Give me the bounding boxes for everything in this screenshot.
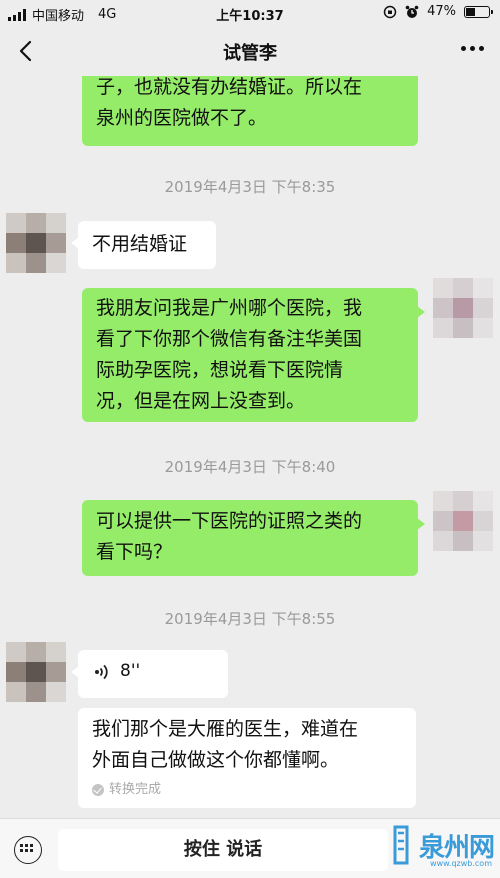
message-line: 我朋友问我是广州哪个医院，我 (96, 297, 363, 319)
message-bubble-outgoing[interactable]: 可以提供一下医院的证照之类的 看下吗？ (82, 500, 425, 576)
message-line: 外面自己做做这个你都懂啊。 (92, 749, 340, 771)
voice-duration: 8'' (120, 661, 141, 681)
input-bar: 按住 说话 泉州网 www.qzwb.com (0, 818, 500, 878)
message-line: 我们那个是大雁的医生，难道在 (92, 718, 359, 740)
battery-icon (464, 5, 493, 18)
message-line: 况，但是在网上没查到。 (96, 390, 306, 412)
chat-title: 试管李 (223, 43, 277, 64)
contact-avatar[interactable] (6, 213, 66, 273)
timestamp: 2019年4月3日 下午8:35 (164, 178, 336, 196)
message-bubble-outgoing[interactable]: 我朋友问我是广州哪个医院，我 看了下你那个微信有备注华美国 际助孕医院，想说看下… (82, 288, 425, 422)
voice-transcription[interactable]: 我们那个是大雁的医生，难道在 外面自己做做这个你都懂啊。 转换完成 (78, 708, 416, 808)
orientation-lock-icon (383, 5, 397, 18)
status-bar: 中国移动 4G 上午10:37 47% (0, 0, 500, 26)
watermark-text: 泉州网 (418, 832, 495, 863)
message-bubble-incoming[interactable]: 不用结婚证 (71, 221, 216, 269)
message-line: 泉州的医院做不了。 (96, 107, 268, 129)
more-icon[interactable] (461, 46, 484, 51)
transcription-status-label: 转换完成 (109, 782, 162, 797)
message-text: 不用结婚证 (92, 233, 188, 255)
message-line: 际助孕医院，想说看下医院情 (96, 359, 344, 381)
alarm-icon (405, 5, 419, 18)
contact-avatar[interactable] (6, 642, 66, 702)
voice-wave-icon (95, 664, 108, 680)
check-icon (92, 784, 104, 796)
own-avatar[interactable] (433, 491, 493, 551)
timestamp: 2019年4月3日 下午8:40 (164, 458, 336, 476)
message-line: 可以提供一下医院的证照之类的 (96, 510, 363, 532)
hold-to-talk-button[interactable]: 按住 说话 (58, 829, 388, 871)
transcription-status: 转换完成 (92, 780, 402, 800)
chat-header: 试管李 (0, 26, 500, 76)
battery-percent: 47% (427, 4, 456, 19)
watermark-logo-icon (393, 825, 409, 865)
watermark-url: www.qzwb.com (430, 859, 492, 868)
own-avatar[interactable] (433, 278, 493, 338)
chat-area[interactable]: 子，也就没有办结婚证。所以在 泉州的医院做不了。 2019年4月3日 下午8:3… (0, 76, 500, 818)
message-bubble-outgoing[interactable]: 子，也就没有办结婚证。所以在 泉州的医院做不了。 (82, 76, 418, 146)
message-line: 子，也就没有办结婚证。所以在 (96, 76, 363, 98)
timestamp: 2019年4月3日 下午8:55 (164, 610, 336, 628)
message-line: 看了下你那个微信有备注华美国 (96, 328, 363, 350)
message-line: 看下吗？ (96, 541, 173, 563)
voice-message-bubble[interactable]: 8'' (71, 650, 228, 698)
keyboard-icon[interactable] (14, 836, 42, 864)
